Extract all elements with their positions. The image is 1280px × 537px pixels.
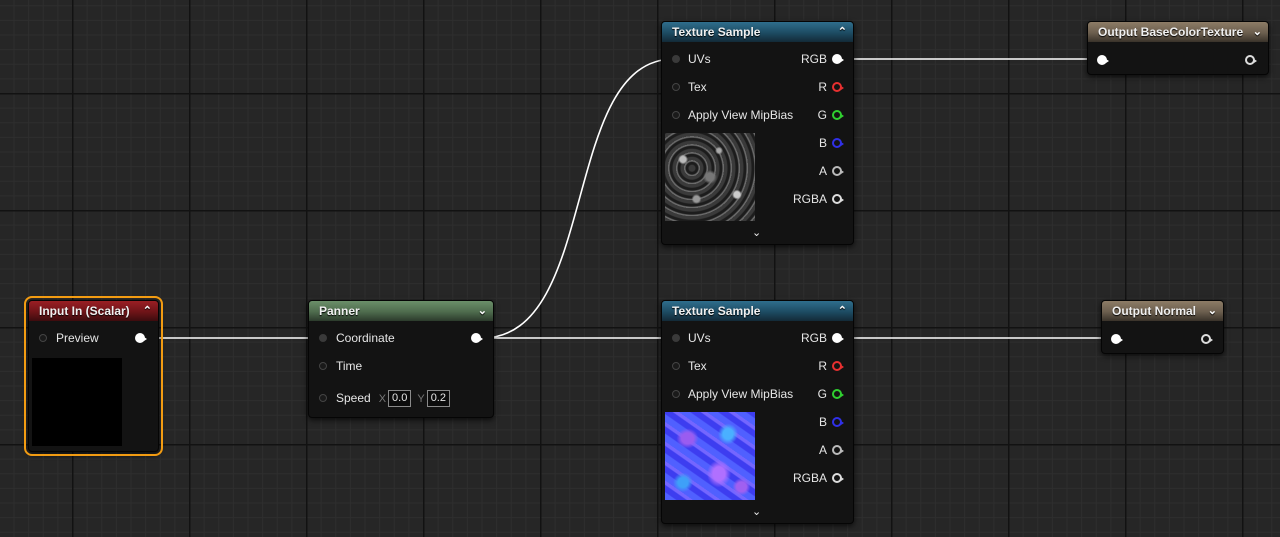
uvs-input-pin[interactable] bbox=[672, 55, 680, 63]
normal-input-pin[interactable] bbox=[1111, 334, 1123, 344]
b-label: B bbox=[818, 415, 827, 429]
output-basecolor-title: Output BaseColorTexture bbox=[1098, 25, 1244, 39]
output-normal-header[interactable]: Output Normal ⌄ bbox=[1102, 301, 1223, 321]
uvs-row: UVs RGB bbox=[662, 49, 853, 69]
wire-layer bbox=[147, 58, 1114, 339]
preview-row: Preview bbox=[29, 328, 158, 348]
speed-x-axis-label: X bbox=[378, 393, 387, 405]
speed-row: Speed X 0.0 Y 0.2 bbox=[309, 388, 493, 408]
speed-y-axis-label: Y bbox=[417, 393, 425, 405]
wire-panner-to-top-uvs[interactable] bbox=[481, 58, 675, 339]
mipbias-label: Apply View MipBias bbox=[688, 387, 794, 401]
input-scalar-node[interactable]: Input In (Scalar) ⌃ Preview bbox=[24, 296, 163, 456]
g-label: G bbox=[817, 387, 827, 401]
rgb-output-pin[interactable] bbox=[832, 333, 844, 343]
rgb-label: RGB bbox=[800, 331, 827, 345]
rgba-label: RGBA bbox=[792, 192, 827, 206]
g-output-pin[interactable] bbox=[832, 110, 844, 120]
a-row: A bbox=[662, 161, 853, 181]
tex-label: Tex bbox=[688, 80, 707, 94]
chevron-down-icon[interactable]: ⌄ bbox=[1253, 22, 1262, 42]
chevron-down-icon[interactable]: ⌄ bbox=[752, 226, 761, 239]
texture-top-title: Texture Sample bbox=[672, 25, 761, 39]
uvs-input-pin[interactable] bbox=[672, 334, 680, 342]
output-normal-node[interactable]: Output Normal ⌄ bbox=[1101, 300, 1224, 354]
speed-label: Speed bbox=[336, 391, 371, 405]
b-row: B bbox=[662, 133, 853, 153]
normal-output-pin[interactable] bbox=[1201, 334, 1213, 344]
input-node-header[interactable]: Input In (Scalar) ⌃ bbox=[29, 301, 158, 321]
a-label: A bbox=[818, 164, 827, 178]
a-output-pin[interactable] bbox=[832, 445, 844, 455]
tex-row: Tex R bbox=[662, 77, 853, 97]
g-label: G bbox=[817, 108, 827, 122]
r-output-pin[interactable] bbox=[832, 82, 844, 92]
chevron-down-icon[interactable]: ⌄ bbox=[1208, 301, 1217, 321]
uvs-row: UVs RGB bbox=[662, 328, 853, 348]
preview-input-pin[interactable] bbox=[39, 334, 47, 342]
rgb-output-pin[interactable] bbox=[832, 54, 844, 64]
tex-label: Tex bbox=[688, 359, 707, 373]
coordinate-row: Coordinate bbox=[309, 328, 493, 348]
collapse-up-icon[interactable]: ⌃ bbox=[838, 22, 847, 42]
a-output-pin[interactable] bbox=[832, 166, 844, 176]
b-output-pin[interactable] bbox=[832, 138, 844, 148]
collapse-up-icon[interactable]: ⌃ bbox=[143, 301, 152, 321]
time-row: Time bbox=[309, 356, 493, 376]
coordinate-label: Coordinate bbox=[336, 331, 395, 345]
rgba-output-pin[interactable] bbox=[832, 473, 844, 483]
g-output-pin[interactable] bbox=[832, 389, 844, 399]
basecolor-output-pin[interactable] bbox=[1245, 55, 1257, 65]
panner-node-title: Panner bbox=[319, 304, 360, 318]
texture-bottom-title: Texture Sample bbox=[672, 304, 761, 318]
mipbias-input-pin[interactable] bbox=[672, 390, 680, 398]
rgba-label: RGBA bbox=[792, 471, 827, 485]
panner-output-pin[interactable] bbox=[471, 333, 483, 343]
output-normal-title: Output Normal bbox=[1112, 304, 1196, 318]
a-row: A bbox=[662, 440, 853, 460]
tex-input-pin[interactable] bbox=[672, 83, 680, 91]
collapse-up-icon[interactable]: ⌃ bbox=[838, 301, 847, 321]
texture-bottom-header[interactable]: Texture Sample ⌃ bbox=[662, 301, 853, 321]
a-label: A bbox=[818, 443, 827, 457]
b-row: B bbox=[662, 412, 853, 432]
speed-y-field[interactable]: 0.2 bbox=[426, 390, 450, 408]
chevron-down-icon[interactable]: ⌄ bbox=[752, 505, 761, 518]
rgba-output-pin[interactable] bbox=[832, 194, 844, 204]
preview-label: Preview bbox=[56, 331, 99, 345]
input-preview-image bbox=[32, 358, 122, 446]
r-label: R bbox=[818, 359, 827, 373]
b-label: B bbox=[818, 136, 827, 150]
time-label: Time bbox=[336, 359, 363, 373]
r-label: R bbox=[818, 80, 827, 94]
preview-output-pin[interactable] bbox=[135, 333, 147, 343]
tex-row: Tex R bbox=[662, 356, 853, 376]
tex-input-pin[interactable] bbox=[672, 362, 680, 370]
speed-x-field[interactable]: 0.0 bbox=[388, 390, 412, 408]
speed-input-pin[interactable] bbox=[319, 394, 327, 402]
mipbias-row: Apply View MipBias G bbox=[662, 105, 853, 125]
texture-top-header[interactable]: Texture Sample ⌃ bbox=[662, 22, 853, 42]
mipbias-row: Apply View MipBias G bbox=[662, 384, 853, 404]
r-output-pin[interactable] bbox=[832, 361, 844, 371]
input-node-title: Input In (Scalar) bbox=[39, 304, 130, 318]
basecolor-input-pin[interactable] bbox=[1097, 55, 1109, 65]
texture-sample-node-bottom[interactable]: Texture Sample ⌃ UVs RGB Tex R Apply Vie… bbox=[661, 300, 854, 524]
rgba-row: RGBA bbox=[662, 189, 853, 209]
uvs-label: UVs bbox=[688, 331, 711, 345]
rgba-row: RGBA bbox=[662, 468, 853, 488]
panner-node[interactable]: Panner ⌄ Coordinate Time Speed X 0.0 Y 0.2 bbox=[308, 300, 494, 418]
uvs-label: UVs bbox=[688, 52, 711, 66]
time-input-pin[interactable] bbox=[319, 362, 327, 370]
output-basecolor-node[interactable]: Output BaseColorTexture ⌄ bbox=[1087, 21, 1269, 75]
mipbias-input-pin[interactable] bbox=[672, 111, 680, 119]
texture-sample-node-top[interactable]: Texture Sample ⌃ UVs RGB Tex R Apply Vie… bbox=[661, 21, 854, 245]
chevron-down-icon[interactable]: ⌄ bbox=[478, 301, 487, 321]
mipbias-label: Apply View MipBias bbox=[688, 108, 794, 122]
output-basecolor-header[interactable]: Output BaseColorTexture ⌄ bbox=[1088, 22, 1268, 42]
panner-node-header[interactable]: Panner ⌄ bbox=[309, 301, 493, 321]
coordinate-input-pin[interactable] bbox=[319, 334, 327, 342]
b-output-pin[interactable] bbox=[832, 417, 844, 427]
rgb-label: RGB bbox=[800, 52, 827, 66]
